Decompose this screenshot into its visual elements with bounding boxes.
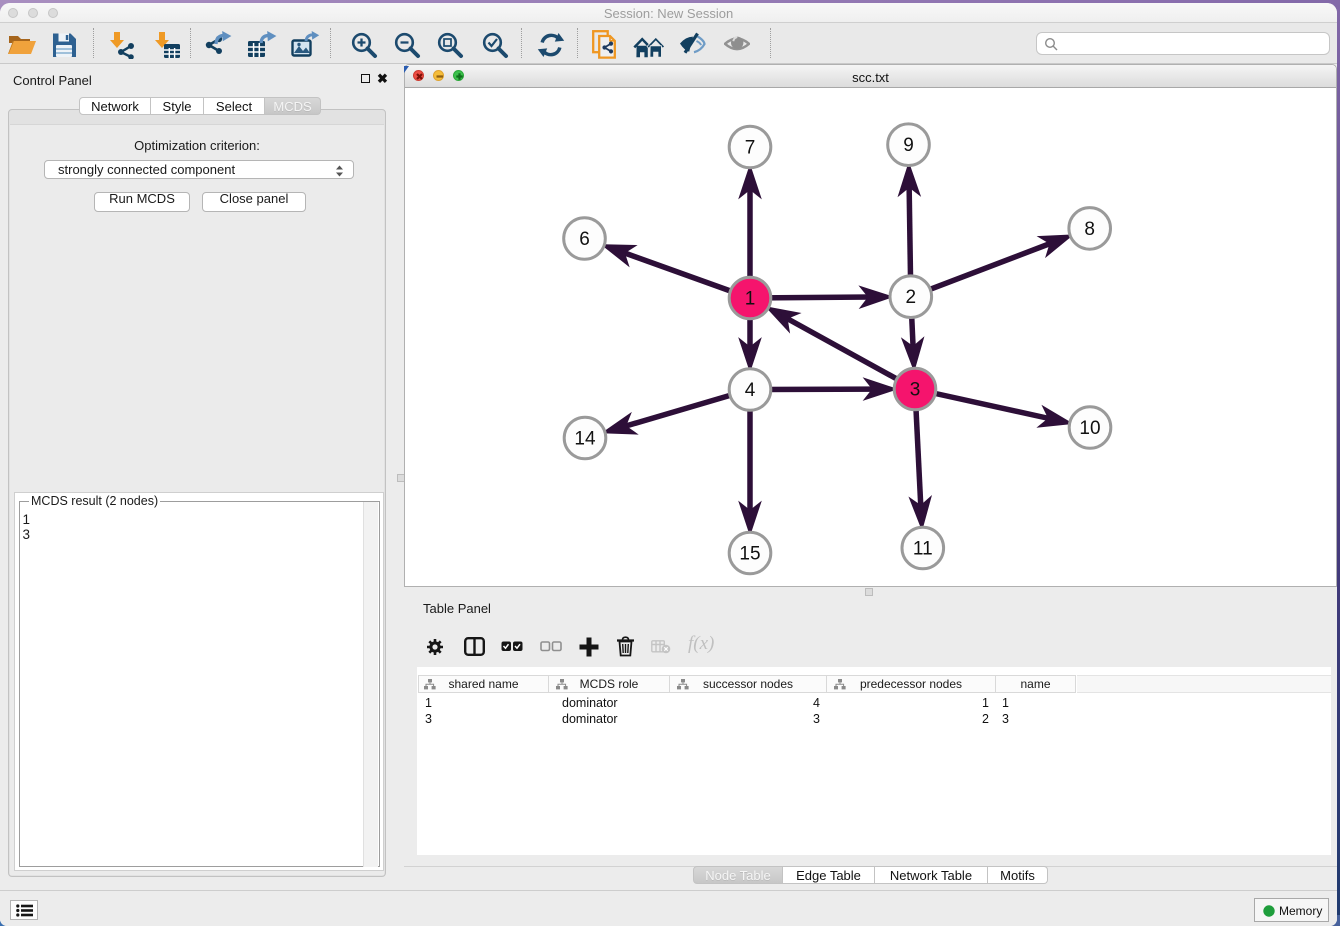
svg-text:10: 10 [1079, 418, 1100, 439]
svg-text:15: 15 [739, 544, 760, 565]
svg-text:4: 4 [745, 380, 756, 401]
svg-text:6: 6 [579, 229, 590, 250]
svg-text:11: 11 [913, 539, 933, 560]
svg-text:1: 1 [745, 289, 756, 310]
svg-text:8: 8 [1084, 219, 1095, 240]
svg-text:2: 2 [906, 287, 917, 308]
svg-text:9: 9 [903, 135, 914, 156]
svg-text:3: 3 [910, 380, 921, 401]
svg-text:7: 7 [745, 138, 756, 159]
svg-text:14: 14 [574, 429, 596, 450]
